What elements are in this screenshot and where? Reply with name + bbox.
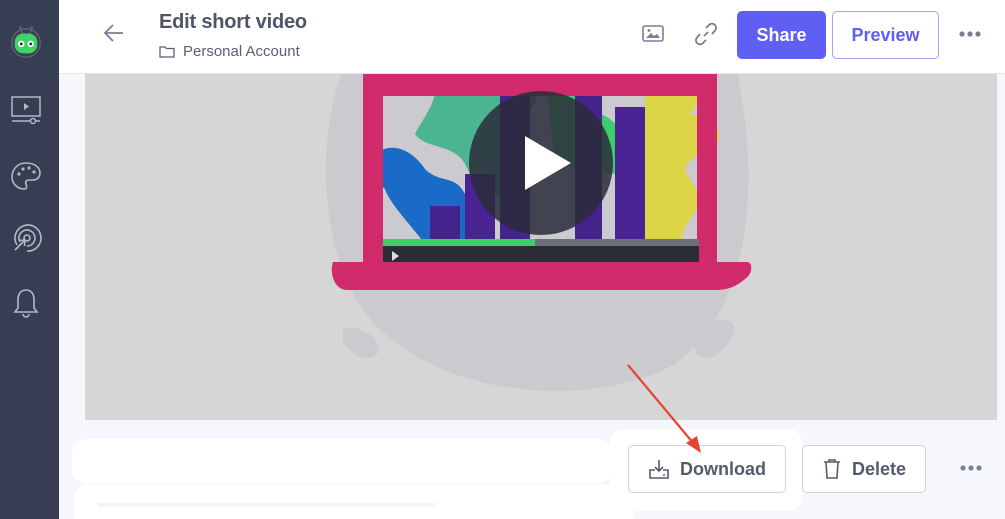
app-logo[interactable] xyxy=(8,24,44,60)
palette-icon xyxy=(11,162,41,190)
divider xyxy=(98,503,436,507)
share-button[interactable]: Share xyxy=(737,11,826,59)
folder-name: Personal Account xyxy=(183,43,300,60)
delete-button[interactable]: Delete xyxy=(802,445,926,493)
thumbnail-button[interactable] xyxy=(639,20,667,48)
target-click-icon xyxy=(14,224,42,252)
robot-logo-icon xyxy=(11,26,41,58)
back-button[interactable] xyxy=(99,18,129,48)
delete-label: Delete xyxy=(851,458,907,479)
more-actions-button[interactable] xyxy=(956,456,986,480)
sidebar-item-videos[interactable] xyxy=(8,92,44,128)
download-button[interactable]: Download xyxy=(628,445,786,493)
sidebar xyxy=(0,0,59,519)
video-thumbnail xyxy=(325,74,752,392)
top-bar: Edit short video Personal Account Share … xyxy=(59,0,1005,74)
bell-icon xyxy=(13,289,39,318)
download-icon xyxy=(649,460,669,479)
details-card xyxy=(72,439,612,483)
breadcrumb[interactable]: Personal Account xyxy=(159,43,300,60)
more-options-button[interactable] xyxy=(955,22,985,46)
page-title: Edit short video xyxy=(159,11,307,33)
link-icon xyxy=(695,22,717,46)
copy-link-button[interactable] xyxy=(692,20,720,48)
ellipsis-icon xyxy=(960,465,982,471)
image-icon xyxy=(642,25,664,42)
ellipsis-icon xyxy=(959,31,981,37)
sidebar-item-branding[interactable] xyxy=(8,158,44,194)
folder-icon xyxy=(159,46,175,58)
trash-icon xyxy=(823,459,840,479)
video-player[interactable] xyxy=(85,74,997,420)
sidebar-item-notifications[interactable] xyxy=(8,285,44,321)
arrow-left-icon xyxy=(103,24,123,42)
sidebar-item-campaigns[interactable] xyxy=(8,220,44,256)
video-player-icon xyxy=(11,96,41,125)
details-card-lower xyxy=(74,484,634,519)
preview-button[interactable]: Preview xyxy=(832,11,939,59)
download-label: Download xyxy=(680,458,766,479)
